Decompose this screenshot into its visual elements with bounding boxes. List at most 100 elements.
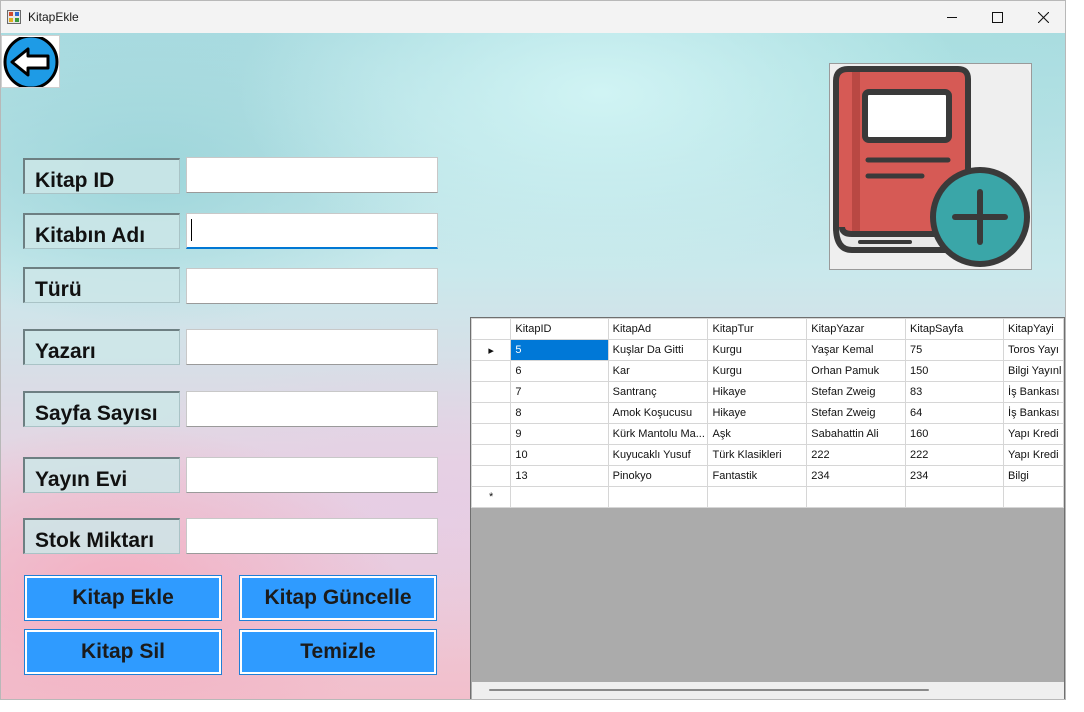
- table-row[interactable]: 10 Kuyucaklı Yusuf Türk Klasikleri 222 222 Ya…: [471, 444, 1064, 466]
- grid-header-row: KitapID KitapAd KitapTur KitapYazar Kita…: [471, 318, 1064, 340]
- table-row[interactable]: 9 Kürk Mantolu Ma... Aşk Sabahattin Ali 160 Y…: [471, 423, 1064, 445]
- new-row[interactable]: *: [471, 486, 1064, 508]
- new-row-cell[interactable]: [904, 486, 1005, 508]
- grid-column-header[interactable]: KitapID: [510, 318, 609, 340]
- grid-cell[interactable]: Bilgi: [1003, 465, 1064, 487]
- kitaplar-data-grid[interactable]: KitapID KitapAd KitapTur KitapYazar Kita…: [470, 317, 1065, 699]
- table-row[interactable]: 13 Pinokyo Fantastik 234 234 Bilgi: [471, 465, 1064, 487]
- grid-cell[interactable]: Türk Klasikleri: [707, 444, 808, 466]
- data-grid-table: KitapID KitapAd KitapTur KitapYazar Kita…: [471, 318, 1064, 508]
- row-header[interactable]: [471, 381, 512, 403]
- row-header[interactable]: [471, 444, 512, 466]
- grid-cell[interactable]: Kuyucaklı Yusuf: [607, 444, 709, 466]
- grid-cell[interactable]: Toros Yayı: [1003, 339, 1064, 361]
- grid-cell[interactable]: Kar: [607, 360, 709, 382]
- grid-cell[interactable]: 64: [904, 402, 1005, 424]
- back-button[interactable]: [1, 35, 60, 88]
- row-header[interactable]: [471, 465, 512, 487]
- yazari-input[interactable]: [186, 329, 438, 365]
- grid-cell[interactable]: Orhan Pamuk: [806, 360, 906, 382]
- grid-cell[interactable]: Fantastik: [707, 465, 808, 487]
- table-row[interactable]: 7 Santranç Hikaye Stefan Zweig 83 İş Bankası: [471, 381, 1064, 403]
- grid-cell[interactable]: Kürk Mantolu Ma...: [607, 423, 709, 445]
- grid-cell[interactable]: 7: [510, 381, 609, 403]
- grid-cell[interactable]: Stefan Zweig: [806, 381, 906, 403]
- row-header[interactable]: [471, 360, 512, 382]
- grid-top-left-cell: [471, 318, 512, 340]
- kitap-sil-button[interactable]: Kitap Sil: [24, 629, 222, 675]
- new-row-header[interactable]: *: [471, 486, 512, 508]
- grid-cell[interactable]: 6: [510, 360, 609, 382]
- maximize-button[interactable]: [974, 1, 1020, 33]
- grid-horizontal-scrollbar[interactable]: [472, 682, 1064, 699]
- grid-cell[interactable]: 13: [510, 465, 609, 487]
- new-row-cell[interactable]: [806, 486, 906, 508]
- sayfa-sayisi-label: Sayfa Sayısı: [23, 391, 180, 427]
- stok-miktari-input[interactable]: [186, 518, 438, 554]
- grid-cell[interactable]: 10: [510, 444, 609, 466]
- grid-cell[interactable]: Hikaye: [707, 402, 808, 424]
- grid-cell[interactable]: 222: [806, 444, 906, 466]
- grid-cell[interactable]: Amok Koşucusu: [607, 402, 709, 424]
- new-row-cell[interactable]: [1003, 486, 1064, 508]
- grid-cell[interactable]: İş Bankası: [1003, 381, 1064, 403]
- grid-cell[interactable]: Kurgu: [707, 339, 808, 361]
- grid-cell[interactable]: Yapı Kredi: [1003, 444, 1064, 466]
- temizle-button[interactable]: Temizle: [239, 629, 437, 675]
- stok-miktari-label: Stok Miktarı: [23, 518, 180, 554]
- book-picture: [829, 63, 1032, 270]
- turu-input[interactable]: [186, 268, 438, 304]
- new-row-cell[interactable]: [510, 486, 609, 508]
- table-row[interactable]: ▸ 5 Kuşlar Da Gitti Kurgu Yaşar Kemal 75 Toros…: [471, 339, 1064, 361]
- grid-column-header[interactable]: KitapYayi: [1003, 318, 1064, 340]
- grid-cell[interactable]: Sabahattin Ali: [806, 423, 906, 445]
- scrollbar-thumb[interactable]: [489, 689, 929, 691]
- grid-cell[interactable]: Kurgu: [707, 360, 808, 382]
- minimize-button[interactable]: [929, 1, 975, 33]
- row-header[interactable]: [471, 423, 512, 445]
- grid-cell[interactable]: 222: [904, 444, 1005, 466]
- grid-cell[interactable]: Santranç: [607, 381, 709, 403]
- title-bar[interactable]: KitapEkle: [1, 1, 1065, 33]
- grid-cell[interactable]: Bilgi Yayınl: [1003, 360, 1064, 382]
- grid-cell[interactable]: 75: [904, 339, 1005, 361]
- grid-cell[interactable]: Aşk: [707, 423, 808, 445]
- window-title: KitapEkle: [28, 10, 79, 24]
- grid-cell[interactable]: İş Bankası: [1003, 402, 1064, 424]
- grid-cell[interactable]: Stefan Zweig: [806, 402, 906, 424]
- grid-cell[interactable]: 5: [510, 339, 609, 361]
- new-row-cell[interactable]: [607, 486, 709, 508]
- grid-cell[interactable]: Yapı Kredi: [1003, 423, 1064, 445]
- grid-cell[interactable]: 150: [904, 360, 1005, 382]
- grid-cell[interactable]: 9: [510, 423, 609, 445]
- close-button[interactable]: [1020, 1, 1065, 33]
- grid-cell[interactable]: 234: [904, 465, 1005, 487]
- grid-cell[interactable]: 8: [510, 402, 609, 424]
- row-header[interactable]: ▸: [471, 339, 512, 361]
- grid-cell[interactable]: Pinokyo: [607, 465, 709, 487]
- text-caret: [191, 219, 192, 241]
- grid-column-header[interactable]: KitapSayfa: [904, 318, 1005, 340]
- grid-cell[interactable]: Kuşlar Da Gitti: [607, 339, 709, 361]
- kitap-adi-input[interactable]: [186, 213, 438, 249]
- table-row[interactable]: 8 Amok Koşucusu Hikaye Stefan Zweig 64 İş Ban…: [471, 402, 1064, 424]
- grid-column-header[interactable]: KitapYazar: [806, 318, 906, 340]
- new-row-cell[interactable]: [707, 486, 808, 508]
- grid-cell[interactable]: Yaşar Kemal: [806, 339, 906, 361]
- kitap-ekle-button[interactable]: Kitap Ekle: [24, 575, 222, 621]
- table-row[interactable]: 6 Kar Kurgu Orhan Pamuk 150 Bilgi Yayınl: [471, 360, 1064, 382]
- kitap-id-input[interactable]: [186, 157, 438, 193]
- sayfa-sayisi-input[interactable]: [186, 391, 438, 427]
- grid-cell[interactable]: 160: [904, 423, 1005, 445]
- row-header[interactable]: [471, 402, 512, 424]
- grid-column-header[interactable]: KitapAd: [607, 318, 709, 340]
- form-client-area: Kitap ID Kitabın Adı Türü Yazarı Sayfa S…: [1, 33, 1065, 699]
- grid-cell[interactable]: 83: [904, 381, 1005, 403]
- yayin-evi-input[interactable]: [186, 457, 438, 493]
- turu-label: Türü: [23, 267, 180, 303]
- yayin-evi-label: Yayın Evi: [23, 457, 180, 493]
- grid-cell[interactable]: Hikaye: [707, 381, 808, 403]
- grid-column-header[interactable]: KitapTur: [707, 318, 808, 340]
- grid-cell[interactable]: 234: [806, 465, 906, 487]
- kitap-guncelle-button[interactable]: Kitap Güncelle: [239, 575, 437, 621]
